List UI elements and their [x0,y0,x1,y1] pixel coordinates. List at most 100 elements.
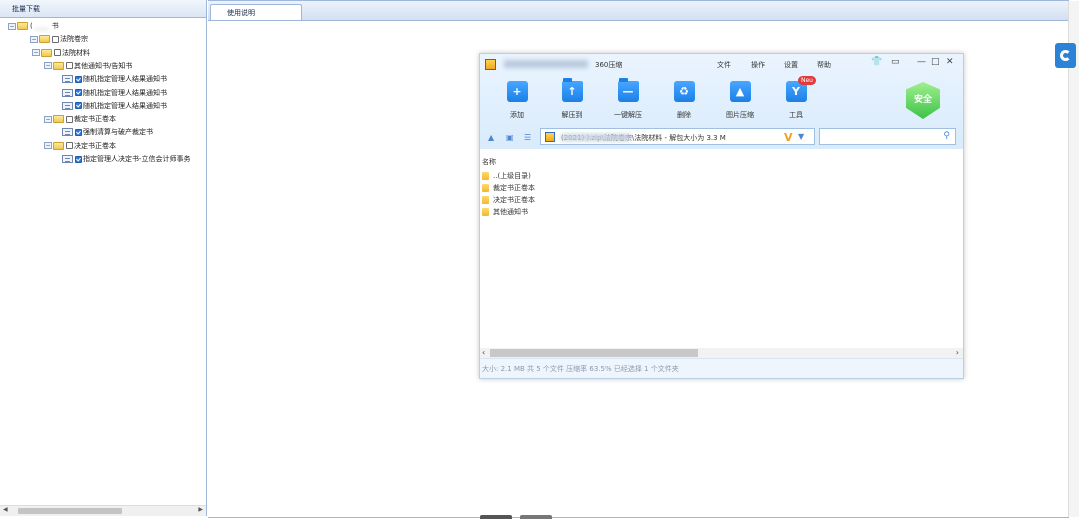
chevron-down-icon[interactable]: ▼ [798,132,804,141]
app-name: 360压缩 [595,61,623,69]
up-arrow-icon[interactable]: ▲ [488,134,498,142]
menu-file[interactable]: 文件 [717,60,731,70]
scrollbar-thumb[interactable] [18,508,122,514]
file-icon [62,128,73,137]
archive-icon [485,59,496,70]
horizontal-scrollbar[interactable]: ◀ ▶ [0,505,206,516]
collapse-toggle-icon[interactable]: − [44,142,52,150]
skin-icon[interactable]: 👕 [871,57,882,67]
file-icon [62,155,73,163]
blurred-text: ____ [34,22,49,30]
tree-node-label: 决定书正卷本 [74,141,116,150]
folder-icon [39,35,50,44]
window-header: 360压缩 文件 操作 设置 帮助 👕 ▭ — □ ✕ + 添加 ↑ 解压到 —… [480,54,963,149]
tree-node-label: 其他通知书/告知书 [74,61,133,70]
collapse-toggle-icon[interactable]: − [44,62,52,70]
tree-node-label: 法院卷宗 [60,35,88,44]
scroll-right-icon[interactable]: › [956,348,959,357]
add-icon: + [506,81,528,102]
maximize-icon[interactable]: □ [931,57,940,67]
folder-icon [53,61,64,70]
tree-node[interactable]: − (____ 书 [8,20,59,32]
image-compress-icon: ▲ [729,81,751,102]
tree-node[interactable]: − 其他通知书/告知书 [44,60,132,72]
checkbox[interactable] [52,35,59,43]
tree-node-label: 裁定书正卷本 [74,115,116,124]
bottom-tab[interactable] [520,515,552,519]
delete-button[interactable]: ♻ 删除 [663,81,705,120]
message-icon[interactable]: ▭ [891,57,900,67]
collapse-toggle-icon[interactable]: − [44,115,52,123]
tree-node[interactable]: 强制清算与破产裁定书 [62,126,153,138]
tree-node[interactable]: − 裁定书正卷本 [44,113,116,125]
one-click-extract-button[interactable]: — 一键解压 [607,78,649,120]
scroll-left-icon[interactable]: ‹ [482,348,485,357]
folder-icon [53,115,64,124]
vertical-scrollbar[interactable] [1068,1,1079,517]
tree-node[interactable]: − 决定书正卷本 [44,140,116,152]
tree-node[interactable]: − 法院卷宗 [30,33,88,45]
extract-to-button[interactable]: ↑ 解压到 [551,78,593,120]
tree-node-label: 随机指定管理人结果通知书 [83,101,167,110]
menu-operation[interactable]: 操作 [751,60,765,70]
column-header-name[interactable]: 名称 [482,157,496,167]
extract-to-icon: ↑ [561,78,583,102]
image-compress-button[interactable]: ▲ 图片压缩 [719,81,761,120]
tree-node[interactable]: 指定管理人决定书-立信会计师事务 [62,153,191,165]
tree-node-suffix: 书 [51,22,59,30]
list-view-icon[interactable]: ☰ [524,134,534,142]
path-archive-icon [545,132,555,142]
path-field[interactable]: (2021) ).zip\法院卷宗\法院材料 - 解包大小为 3.3 M V ▼ [540,128,815,145]
status-bar: 大小: 2.1 MB 共 5 个文件 压缩率 63.5% 已经选择 1 个文件夹 [480,358,963,378]
list-item[interactable]: ..(上级目录) [482,170,531,182]
scrollbar-thumb[interactable] [490,349,698,357]
safe-shield-icon[interactable]: 安全 [906,82,940,119]
list-horizontal-scrollbar[interactable]: ‹ › [480,348,963,358]
list-item[interactable]: 决定书正卷本 [482,194,535,206]
checkbox[interactable] [66,62,73,70]
tree-node-label: 法院材料 [62,48,90,57]
collapse-toggle-icon[interactable]: − [8,22,16,30]
minimize-icon[interactable]: — [917,57,926,67]
tree-node[interactable]: 随机指定管理人结果通知书 [62,87,167,99]
close-icon[interactable]: ✕ [946,57,954,67]
checkbox[interactable] [75,75,82,83]
collapse-toggle-icon[interactable]: − [32,49,40,57]
checkbox[interactable] [75,102,82,110]
tree-node-label: 随机指定管理人结果通知书 [83,88,167,97]
tab-bar: 使用说明 [208,1,1068,21]
add-button[interactable]: + 添加 [496,81,538,120]
bottom-tab[interactable] [480,515,512,519]
tree-node-label: 强制清算与破产裁定书 [83,128,153,137]
collapse-toggle-icon[interactable]: − [30,35,38,43]
tab-usage-instructions[interactable]: 使用说明 [210,4,302,20]
list-item[interactable]: 裁定书正卷本 [482,182,535,194]
folder-icon [482,184,489,192]
tree-node-label: 随机指定管理人结果通知书 [83,75,167,84]
menu-settings[interactable]: 设置 [784,60,798,70]
folder-icon [17,22,28,30]
list-item[interactable]: 其他通知书 [482,206,528,218]
scroll-left-icon[interactable]: ◀ [3,506,8,513]
checkbox[interactable] [75,89,82,96]
checkbox[interactable] [75,128,82,136]
checkbox[interactable] [75,155,82,163]
search-icon[interactable]: ⚲ [943,131,950,141]
checkbox[interactable] [66,115,73,123]
tools-button[interactable]: Y 工具 [775,81,817,120]
folder-icon [482,208,489,216]
one-click-extract-icon: — [617,78,639,102]
folder-icon [482,196,489,204]
tree-node[interactable]: 随机指定管理人结果通知书 [62,100,167,112]
path-blurred [561,134,631,141]
checkbox[interactable] [54,49,61,57]
thumbnail-view-icon[interactable]: ▣ [506,134,516,142]
file-list: 名称 ..(上级目录) 裁定书正卷本 决定书正卷本 其他通知书 [480,152,963,348]
checkbox[interactable] [66,142,73,150]
menu-help[interactable]: 帮助 [817,60,831,70]
scroll-right-icon[interactable]: ▶ [198,506,203,513]
tree-node[interactable]: 随机指定管理人结果通知书 [62,73,167,85]
search-input[interactable]: ⚲ [819,128,956,145]
floating-app-icon[interactable] [1055,43,1076,68]
tree-node[interactable]: − 法院材料 [32,47,90,59]
